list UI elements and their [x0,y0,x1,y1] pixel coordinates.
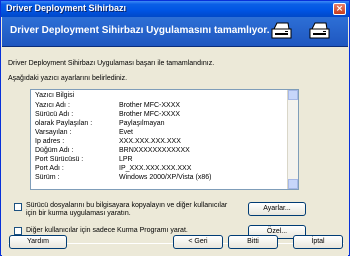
info-label: Varsayılan : [35,129,72,136]
info-label: Port Sürücüsü : [35,156,84,163]
cancel-button[interactable]: İptal [293,235,343,249]
help-button[interactable]: Yardım [9,235,67,249]
info-value: Evet [119,129,134,136]
info-value: Brother MFC-XXXX [119,102,181,109]
info-value: BRNXXXXXXXXXXXX [119,147,190,154]
copy-driver-files-checkbox[interactable] [14,203,22,211]
settings-button[interactable]: Ayarlar... [248,202,306,216]
printer-icon [309,22,330,39]
info-label: Port Adı : [35,165,64,172]
title-bar[interactable]: Driver Deployment Sihirbazı × [1,1,349,17]
wizard-window: Driver Deployment Sihirbazı × Driver Dep… [0,0,350,256]
printer-info-box[interactable]: Yazıcı Bilgisi Yazıcı Adı : Brother MFC-… [30,89,299,190]
close-button[interactable]: × [333,3,346,15]
create-setup-program-checkbox[interactable] [14,227,22,235]
info-label: olarak Paylaşılan : [35,120,93,127]
settings-message: Aşağıdaki yazıcı ayarlarını belirlediniz… [8,75,128,82]
info-value: XXX.XXX.XXX.XXX [119,138,181,145]
header-title: Driver Deployment Sihirbazı Uygulamasını… [10,25,270,36]
info-value: IP_XXX.XXX.XXX.XXX [119,165,192,172]
create-setup-program-label: Diğer kullanıcılar için sadece Kurma Pro… [26,227,188,234]
info-label: Ip adres : [35,138,65,145]
finish-button[interactable]: Bitti [228,235,278,249]
info-label: Sürücü Adı : [35,111,74,118]
copy-driver-files-label: Sürücü dosyalarını bu bilgisayara kopyal… [26,202,228,217]
info-value: Brother MFC-XXXX [119,111,181,118]
info-label: Sürüm : [35,174,60,181]
scroll-down-button[interactable] [288,179,298,189]
printer-info-heading: Yazıcı Bilgisi [35,92,75,99]
wizard-header: Driver Deployment Sihirbazı Uygulamasını… [2,17,348,47]
window-title: Driver Deployment Sihirbazı [6,3,127,13]
info-label: Düğüm Adı : [35,147,74,154]
info-scrollbar[interactable] [287,90,298,189]
back-button[interactable]: < Geri [173,235,223,249]
printer-icon [271,22,292,39]
info-label: Yazıcı Adı : [35,102,70,109]
completion-message: Driver Deployment Sihirbazı Uygulaması b… [8,60,215,67]
scroll-up-button[interactable] [288,90,298,100]
info-value: LPR [119,156,133,163]
info-value: Paylaşılmayan [119,120,165,127]
info-value: Windows 2000/XP/Vista (x86) [119,174,212,181]
wizard-content: Driver Deployment Sihirbazı Uygulaması b… [2,48,348,256]
